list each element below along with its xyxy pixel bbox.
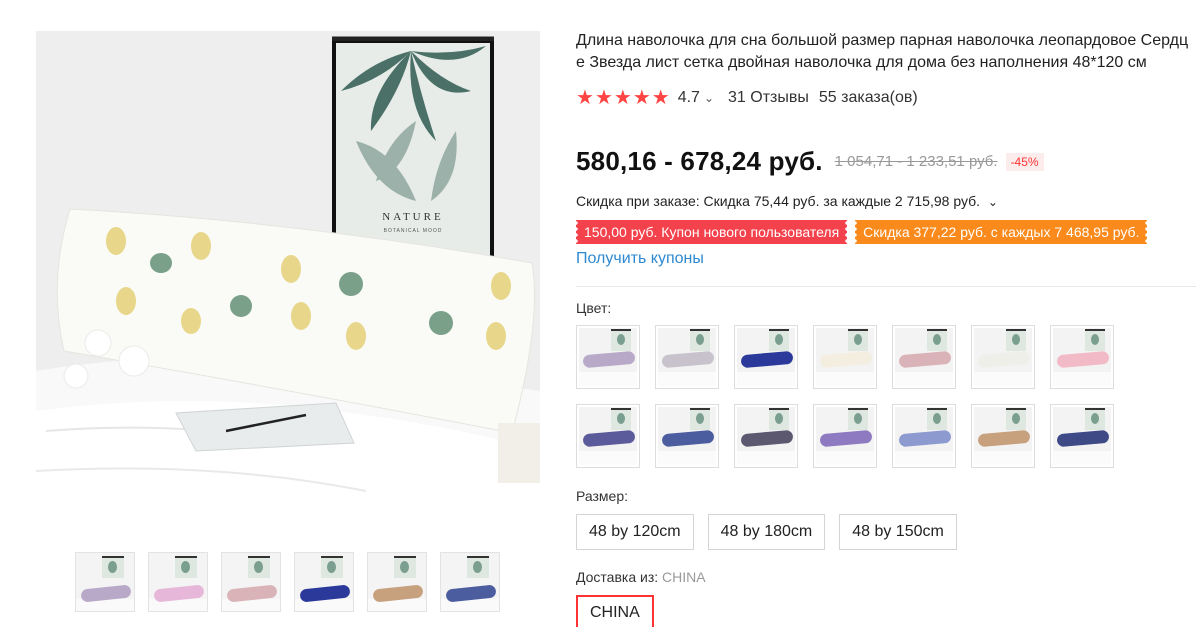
price-row: 580,16 - 678,24 руб. 1 054,71 - 1 233,51… [576,146,1044,177]
size-options: 48 by 120cm 48 by 180cm 48 by 150cm [576,514,957,550]
thumbnail[interactable] [221,552,281,612]
thumbnail[interactable] [148,552,208,612]
star-icon: ★ [651,87,670,109]
swatch-image [737,328,795,386]
swatch-image [658,328,716,386]
color-swatch[interactable] [1050,404,1114,468]
poster-subtitle: BOTANICAL MOOD [384,228,443,234]
ship-from-value: CHINA [662,569,706,585]
color-swatch[interactable] [971,325,1035,389]
color-swatches [576,325,1114,468]
chevron-down-icon[interactable]: ⌄ [988,195,998,209]
star-icon: ★ [594,87,613,109]
ship-from-china-option[interactable]: CHINA [576,595,654,627]
swatch-image [579,328,637,386]
divider [576,286,1196,287]
color-swatch[interactable] [734,325,798,389]
poster-title: NATURE [382,211,443,223]
chevron-down-icon[interactable]: ⌄ [704,91,714,105]
ship-from-title: Доставка из: [576,569,659,585]
product-title: Длина наволочка для сна большой размер п… [576,32,1189,71]
color-swatch[interactable] [734,404,798,468]
main-product-image[interactable]: NATURE BOTANICAL MOOD [36,31,540,535]
swatch-image [895,407,953,465]
swatch-image [816,328,874,386]
star-icon: ★ [613,87,632,109]
size-option-48x150[interactable]: 48 by 150cm [839,514,957,550]
star-icon: ★ [632,87,651,109]
rating-score[interactable]: 4.7 [678,89,700,107]
color-swatch[interactable] [813,325,877,389]
swatch-image [658,407,716,465]
get-coupons-link[interactable]: Получить купоны [576,250,704,268]
thumbnail[interactable] [294,552,354,612]
swatch-image [1053,328,1111,386]
rating-stars: ★ ★ ★ ★ ★ [576,88,670,108]
size-option-48x120[interactable]: 48 by 120cm [576,514,694,550]
swatch-image [737,407,795,465]
swatch-image [895,328,953,386]
old-price: 1 054,71 - 1 233,51 руб. [834,153,998,170]
thumbnail[interactable] [367,552,427,612]
thumbnail[interactable] [440,552,500,612]
size-label: Размер: [576,488,629,504]
color-swatch[interactable] [655,325,719,389]
coupon-new-user[interactable]: 150,00 руб. Купон нового пользователя [573,220,850,244]
color-label: Цвет: [576,300,612,316]
orders-count: 55 заказа(ов) [818,89,918,106]
discount-badge: -45% [1005,152,1044,171]
swatch-image [974,328,1032,386]
swatch-image [1053,407,1111,465]
price: 580,16 - 678,24 руб. [576,146,823,176]
swatch-image [579,407,637,465]
color-swatch[interactable] [1050,325,1114,389]
color-swatch[interactable] [813,404,877,468]
color-swatch[interactable] [971,404,1035,468]
color-swatch[interactable] [892,404,956,468]
color-swatch[interactable] [576,404,640,468]
ship-from-label: Доставка из: CHINA [576,569,706,585]
swatch-image [816,407,874,465]
order-discount-text: Скидка при заказе: Скидка 75,44 руб. за … [576,193,981,209]
color-swatch[interactable] [576,325,640,389]
color-swatch[interactable] [892,325,956,389]
order-discount[interactable]: Скидка при заказе: Скидка 75,44 руб. за … [576,193,998,209]
thumbnail-strip [75,552,500,612]
rating-row: ★ ★ ★ ★ ★ 4.7 ⌄ 31 Отзывы 55 заказа(ов) [576,86,1196,110]
swatch-image [974,407,1032,465]
coupon-list: 150,00 руб. Купон нового пользователя Ск… [573,220,1150,244]
thumbnail[interactable] [75,552,135,612]
size-option-48x180[interactable]: 48 by 180cm [707,514,826,550]
reviews-link[interactable]: 31 Отзывы [728,89,809,107]
star-icon: ★ [576,87,594,109]
color-swatch[interactable] [655,404,719,468]
product-info: Длина наволочка для сна большой размер п… [573,30,1196,627]
coupon-store-discount[interactable]: Скидка 377,22 руб. с каждых 7 468,95 руб… [853,220,1150,244]
